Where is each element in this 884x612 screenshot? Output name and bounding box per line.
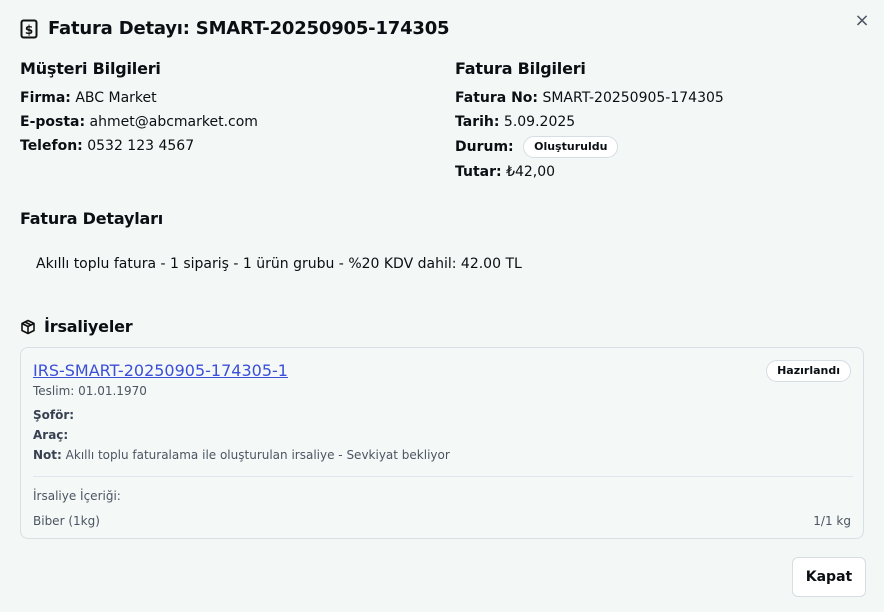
invoice-info: Fatura No: SMART-20250905-174305 Tarih: … <box>455 86 724 184</box>
note-value: Akıllı toplu faturalama ile oluşturulan … <box>65 448 450 462</box>
firma-label: Firma: <box>20 90 71 106</box>
dialog-title: Fatura Detayı: SMART-20250905-174305 <box>48 18 450 39</box>
status-badge: Oluşturuldu <box>523 136 619 158</box>
phone-label: Telefon: <box>20 138 83 154</box>
email-label: E-posta: <box>20 114 86 130</box>
phone-value: 0532 123 4567 <box>87 138 195 154</box>
driver-label: Şoför: <box>33 408 75 422</box>
dialog-header: $ Fatura Detayı: SMART-20250905-174305 <box>20 18 450 39</box>
divider <box>33 476 853 477</box>
firma-value: ABC Market <box>75 90 157 106</box>
invoice-amount-row: Tutar: ₺42,00 <box>455 160 724 184</box>
invoice-amount-label: Tutar: <box>455 164 502 180</box>
phone-row: Telefon: 0532 123 4567 <box>20 134 258 158</box>
contents-item-qty: 1/1 kg <box>813 514 851 528</box>
contents-item-name: Biber (1kg) <box>33 514 100 528</box>
invoice-no-value: SMART-20250905-174305 <box>542 90 724 106</box>
close-button[interactable]: Kapat <box>792 557 866 597</box>
package-icon <box>20 319 36 335</box>
contents-label: İrsaliye İçeriği: <box>33 489 121 503</box>
invoice-date-label: Tarih: <box>455 114 500 130</box>
shipment-code-link[interactable]: IRS-SMART-20250905-174305-1 <box>33 361 288 380</box>
vehicle-label: Araç: <box>33 428 69 442</box>
note-label: Not: <box>33 448 62 462</box>
invoice-no-label: Fatura No: <box>455 90 539 106</box>
shipment-driver: Şoför: <box>33 408 74 422</box>
details-heading: Fatura Detayları <box>20 209 164 228</box>
invoice-status-label: Durum: <box>455 139 514 155</box>
details-text: Akıllı toplu fatura - 1 sipariş - 1 ürün… <box>36 256 522 272</box>
close-icon[interactable]: × <box>852 10 872 31</box>
shipments-heading: İrsaliyeler <box>44 317 133 336</box>
customer-info: Firma: ABC Market E-posta: ahmet@abcmark… <box>20 86 258 158</box>
email-value: ahmet@abcmarket.com <box>89 114 258 130</box>
invoice-date-value: 5.09.2025 <box>503 114 576 130</box>
shipment-vehicle: Araç: <box>33 428 68 442</box>
shipment-delivery: Teslim: 01.01.1970 <box>33 384 147 398</box>
invoice-dollar-icon: $ <box>20 19 38 39</box>
shipment-card: IRS-SMART-20250905-174305-1 Hazırlandı T… <box>20 347 864 539</box>
invoice-amount-value: ₺42,00 <box>506 164 556 180</box>
invoice-heading: Fatura Bilgileri <box>455 59 586 78</box>
invoice-no-row: Fatura No: SMART-20250905-174305 <box>455 86 724 110</box>
shipment-note: Not: Akıllı toplu faturalama ile oluştur… <box>33 448 450 462</box>
email-row: E-posta: ahmet@abcmarket.com <box>20 110 258 134</box>
invoice-date-row: Tarih: 5.09.2025 <box>455 110 724 134</box>
firma-row: Firma: ABC Market <box>20 86 258 110</box>
shipment-status-badge: Hazırlandı <box>766 360 851 382</box>
shipments-header: İrsaliyeler <box>20 317 133 336</box>
svg-text:$: $ <box>25 23 33 37</box>
customer-heading: Müşteri Bilgileri <box>20 59 161 78</box>
invoice-status-row: Durum: Oluşturuldu <box>455 134 724 160</box>
